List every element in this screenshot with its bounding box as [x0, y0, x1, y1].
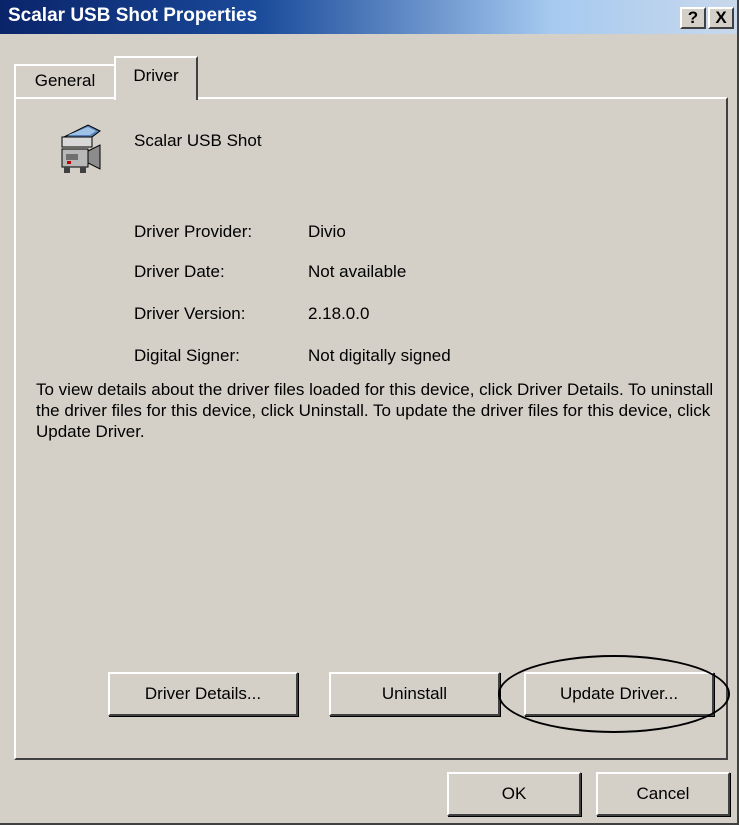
driver-date-label: Driver Date:: [134, 262, 225, 281]
update-driver-button[interactable]: Update Driver...: [524, 672, 714, 716]
tab-general[interactable]: General: [14, 64, 116, 98]
camera-scanner-icon: [52, 121, 110, 179]
cancel-button[interactable]: Cancel: [596, 772, 730, 816]
driver-provider-label: Driver Provider:: [134, 222, 253, 241]
help-button[interactable]: ?: [680, 7, 706, 29]
ok-button[interactable]: OK: [447, 772, 581, 816]
close-button[interactable]: X: [708, 7, 734, 29]
driver-description: To view details about the driver files l…: [36, 380, 714, 441]
title-bar[interactable]: Scalar USB Shot Properties ? X: [0, 0, 737, 34]
driver-details-button[interactable]: Driver Details...: [108, 672, 298, 716]
uninstall-button[interactable]: Uninstall: [329, 672, 500, 716]
digital-signer-label: Digital Signer:: [134, 346, 240, 365]
tab-driver[interactable]: Driver: [114, 56, 198, 100]
digital-signer-value: Not digitally signed: [308, 346, 451, 365]
driver-provider-value: Divio: [308, 222, 346, 241]
driver-date-value: Not available: [308, 262, 407, 281]
driver-version-value: 2.18.0.0: [308, 304, 370, 323]
properties-dialog: Scalar USB Shot Properties ? X General D…: [0, 0, 739, 825]
driver-tab-panel: Scalar USB Shot Driver Provider: Divio D…: [14, 97, 730, 760]
window-title: Scalar USB Shot Properties: [8, 5, 258, 26]
device-name: Scalar USB Shot: [134, 131, 262, 150]
driver-version-label: Driver Version:: [134, 304, 246, 323]
